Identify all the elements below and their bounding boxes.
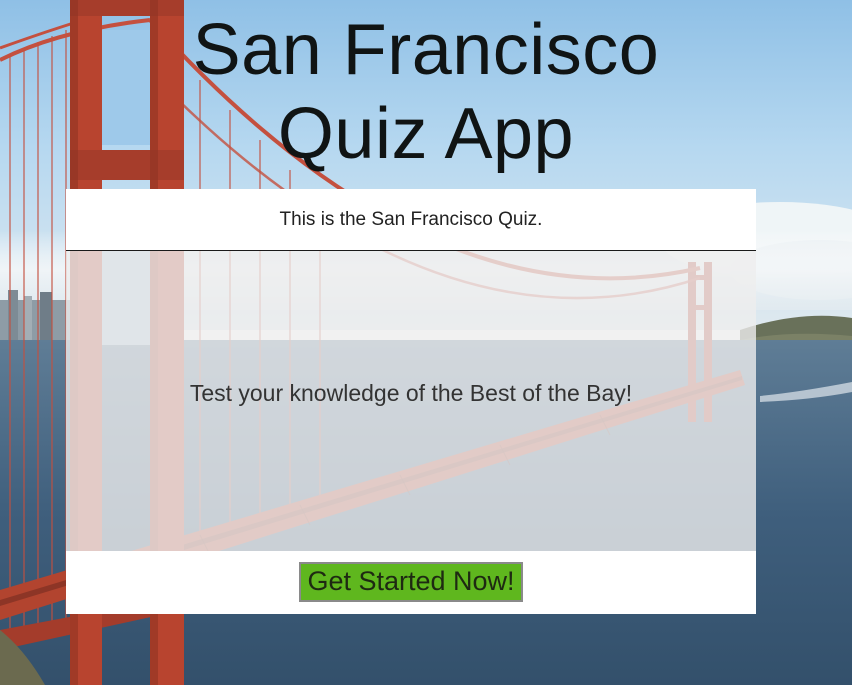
quiz-card-footer: Get Started Now! — [66, 551, 756, 614]
page-title: San Francisco Quiz App — [0, 8, 852, 176]
page-title-line-2: Quiz App — [277, 94, 575, 174]
get-started-button[interactable]: Get Started Now! — [299, 561, 523, 602]
quiz-card-header: This is the San Francisco Quiz. — [66, 189, 756, 251]
quiz-card: This is the San Francisco Quiz. Test you… — [66, 189, 756, 614]
quiz-card-body: Test your knowledge of the Best of the B… — [66, 251, 756, 551]
quiz-intro-text: This is the San Francisco Quiz. — [279, 208, 543, 230]
page-title-line-1: San Francisco — [192, 10, 660, 90]
quiz-tagline-text: Test your knowledge of the Best of the B… — [189, 379, 633, 406]
